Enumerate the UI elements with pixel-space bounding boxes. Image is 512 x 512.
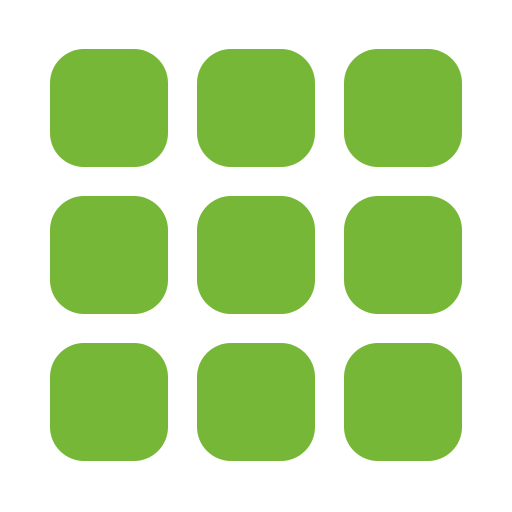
grid-tile-2 (197, 49, 315, 167)
grid-tile-3 (344, 49, 462, 167)
grid-tile-6 (344, 196, 462, 314)
grid-tile-7 (50, 343, 168, 461)
grid-tile-8 (197, 343, 315, 461)
grid-tile-4 (50, 196, 168, 314)
grid-tile-1 (50, 49, 168, 167)
app-grid-icon (0, 0, 512, 512)
grid-tile-5 (197, 196, 315, 314)
grid-tile-9 (344, 343, 462, 461)
